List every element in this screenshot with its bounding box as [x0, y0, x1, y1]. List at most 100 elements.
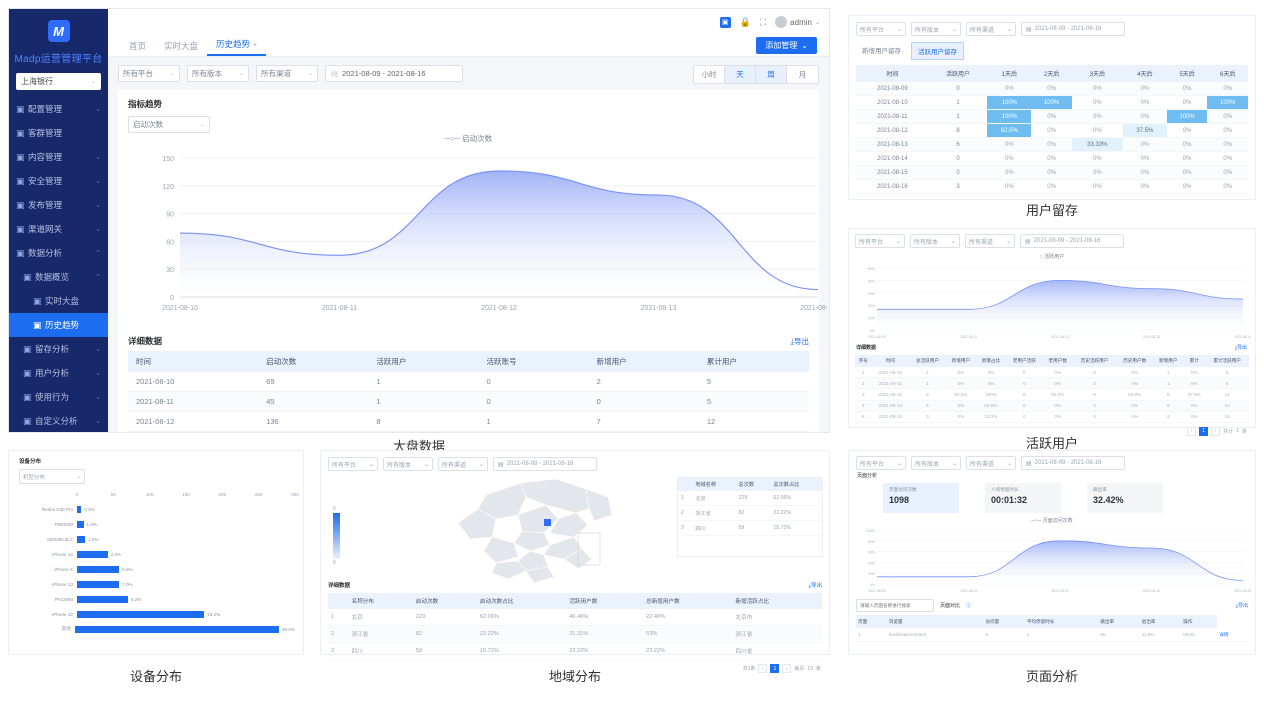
- page-search-input[interactable]: [856, 599, 934, 612]
- tab-home[interactable]: 首页: [120, 40, 155, 56]
- table-cell: 59: [735, 520, 771, 536]
- sidebar: M Madp运营管理平台 上海银行 ⌄ ▣ 配置管理 ⌄ ▣ 客群管理 ▣ 内容管理 ⌄ ▣ 安全…: [9, 9, 108, 432]
- version-select[interactable]: 所有版本 ⌄: [911, 456, 961, 470]
- sidebar-item-1[interactable]: ▣ 客群管理: [9, 121, 108, 145]
- platform-select[interactable]: 所有平台 ⌄: [856, 456, 906, 470]
- tab-active-user-retention[interactable]: 活跃用户留存: [911, 42, 964, 60]
- region-panel: 所有平台 ⌄ 所有版本 ⌄ 所有渠道 ⌄ ▤ 2021-08-09 - 2021-08-…: [320, 450, 830, 673]
- sidebar-item-5[interactable]: ▣ 渠道网关 ⌄: [9, 217, 108, 241]
- sidebar-item-7[interactable]: ▣ 数据概览 ⌃: [9, 265, 108, 289]
- export-button[interactable]: ⤓导出: [1236, 602, 1248, 609]
- table-cell: 0%: [1042, 411, 1073, 423]
- channel-select[interactable]: 所有渠道 ⌄: [965, 234, 1015, 248]
- sidebar-item-label: 渠道网关: [28, 224, 63, 234]
- china-map[interactable]: [426, 475, 656, 585]
- lock-icon[interactable]: 🔒: [740, 17, 751, 28]
- detail-link[interactable]: 详情: [1217, 628, 1248, 642]
- column-header: 启动次数: [258, 351, 369, 372]
- platform-select[interactable]: 所有平台 ⌄: [118, 65, 180, 82]
- fullscreen-icon[interactable]: ⛶: [760, 17, 766, 28]
- action-button[interactable]: 添加管理 ⌄: [756, 37, 817, 54]
- caption-region-distribution: 地域分布: [548, 670, 601, 685]
- table-cell: 8: [1005, 388, 1043, 401]
- channel-select[interactable]: 所有渠道 ⌄: [256, 65, 318, 82]
- sidebar-item-3[interactable]: ▣ 安全管理 ⌄: [9, 169, 108, 193]
- date-range-picker[interactable]: ▤ 2021-08-09 - 2021-08-16: [325, 65, 463, 82]
- table-cell: 2: [328, 625, 349, 643]
- date-range-picker[interactable]: ▤ 2021-08-09 - 2021-08-16: [1021, 22, 1125, 36]
- chevron-down-icon: ⌄: [951, 460, 957, 467]
- channel-select[interactable]: 所有渠道 ⌄: [438, 457, 488, 471]
- theme-icon[interactable]: ▣: [719, 16, 731, 28]
- close-icon[interactable]: ×: [253, 42, 257, 49]
- stat-value: 1098: [889, 495, 910, 505]
- user-menu[interactable]: admin ⌄: [775, 16, 820, 28]
- channel-select[interactable]: 所有渠道 ⌄: [966, 456, 1016, 470]
- date-range-picker[interactable]: ▤ 2021-08-09 - 2021-08-16: [1021, 456, 1125, 470]
- sidebar-item-4[interactable]: ▣ 发布管理 ⌄: [9, 193, 108, 217]
- metric-select[interactable]: 启动次数 ⌄: [128, 116, 210, 133]
- stat-card-visits: 页面访问次数 1098: [883, 483, 959, 513]
- sidebar-item-6[interactable]: ▣ 数据分析 ⌃: [9, 241, 108, 265]
- export-button[interactable]: ⤓导出: [791, 336, 809, 347]
- table-cell: 53%: [643, 625, 733, 643]
- granularity-day[interactable]: 天: [725, 66, 756, 83]
- svg-text:30%: 30%: [868, 304, 876, 308]
- table-cell: 2021-08-10: [871, 367, 910, 379]
- table-row: 2021-08-16 3 0% 0% 0% 0% 0% 0%: [856, 179, 1248, 194]
- version-select[interactable]: 所有版本 ⌄: [187, 65, 249, 82]
- sidebar-item-11[interactable]: ▣ 用户分析 ⌄: [9, 361, 108, 385]
- granularity-hour[interactable]: 小时: [694, 66, 725, 83]
- export-button[interactable]: ⤓导出: [1235, 344, 1247, 351]
- retention-cell: 0%: [1122, 137, 1167, 152]
- table-cell: 5: [698, 391, 809, 412]
- table-cell: 62.06%: [770, 491, 822, 506]
- info-icon[interactable]: ⓘ: [966, 602, 971, 609]
- table-cell: 0: [1072, 367, 1117, 379]
- sidebar-item-13[interactable]: ▣ 自定义分析 ⌄: [9, 409, 108, 432]
- column-header: 累计用户: [698, 351, 809, 372]
- version-select[interactable]: 所有版本 ⌄: [910, 234, 960, 248]
- platform-select[interactable]: 所有平台 ⌄: [856, 22, 906, 36]
- sidebar-item-8[interactable]: ▣ 实时大盘: [9, 289, 108, 313]
- tab-label: 首页: [129, 41, 147, 51]
- table-cell: 2021-08-12: [871, 388, 910, 401]
- date-range-picker[interactable]: ▤ 2021-08-09 - 2021-08-16: [493, 457, 597, 471]
- device-type-select[interactable]: 机型分布 ⌄: [19, 469, 85, 484]
- retention-cell: 0%: [1122, 179, 1167, 194]
- platform-select[interactable]: 所有平台 ⌄: [855, 234, 905, 248]
- granularity-week[interactable]: 周: [756, 66, 787, 83]
- table-cell: 四川: [348, 642, 413, 660]
- date-range-picker[interactable]: ▤ 2021-08-09 - 2021-08-16: [1020, 234, 1124, 248]
- chevron-down-icon: ⌄: [423, 461, 429, 468]
- channel-select[interactable]: 所有渠道 ⌄: [966, 22, 1016, 36]
- version-select[interactable]: 所有版本 ⌄: [911, 22, 961, 36]
- retention-cell: 0%: [1122, 82, 1167, 96]
- svg-text:2021-08-11: 2021-08-11: [960, 335, 977, 339]
- sidebar-item-10[interactable]: ▣ 留存分析 ⌄: [9, 337, 108, 361]
- export-button[interactable]: ⤓导出: [809, 581, 822, 590]
- sidebar-item-9[interactable]: ▣ 历史趋势: [9, 313, 108, 337]
- device-label: M2006C3LC: [47, 536, 73, 542]
- granularity-month[interactable]: 月: [787, 66, 818, 83]
- shield-icon: ▣: [16, 175, 25, 186]
- tab-new-user-retention[interactable]: 新增用户留存: [856, 42, 907, 60]
- svg-text:2021-08-13: 2021-08-13: [641, 305, 677, 312]
- trend-chart: 0 30 60 90 120 150 2021-08-10 2021-08-11 2021-08…: [128, 146, 829, 326]
- column-header: 历史用户数: [1116, 355, 1154, 367]
- table-cell: 0%: [945, 377, 976, 390]
- retention-cell: 0%: [987, 165, 1032, 180]
- sidebar-item-0[interactable]: ▣ 配置管理 ⌄: [9, 97, 108, 121]
- app-selector[interactable]: 上海银行 ⌄: [16, 73, 101, 90]
- sidebar-item-12[interactable]: ▣ 使用行为 ⌄: [9, 385, 108, 409]
- chevron-down-icon: ⌄: [801, 41, 808, 50]
- table-cell: 66.6%: [975, 400, 1006, 412]
- svg-text:2021-08-10: 2021-08-10: [162, 305, 198, 312]
- region-table-wrap: 名称分布 启动次数 启动次数占比 活跃用户数 总新增用户数 新增活跃占比 1 北京 229 62…: [321, 593, 829, 673]
- version-select[interactable]: 所有版本 ⌄: [383, 457, 433, 471]
- tab-history-trend[interactable]: 历史趋势 ×: [207, 38, 267, 56]
- sidebar-item-2[interactable]: ▣ 内容管理 ⌄: [9, 145, 108, 169]
- table-cell: 0%: [1116, 367, 1154, 379]
- tab-realtime[interactable]: 实时大盘: [155, 40, 207, 56]
- platform-select[interactable]: 所有平台 ⌄: [328, 457, 378, 471]
